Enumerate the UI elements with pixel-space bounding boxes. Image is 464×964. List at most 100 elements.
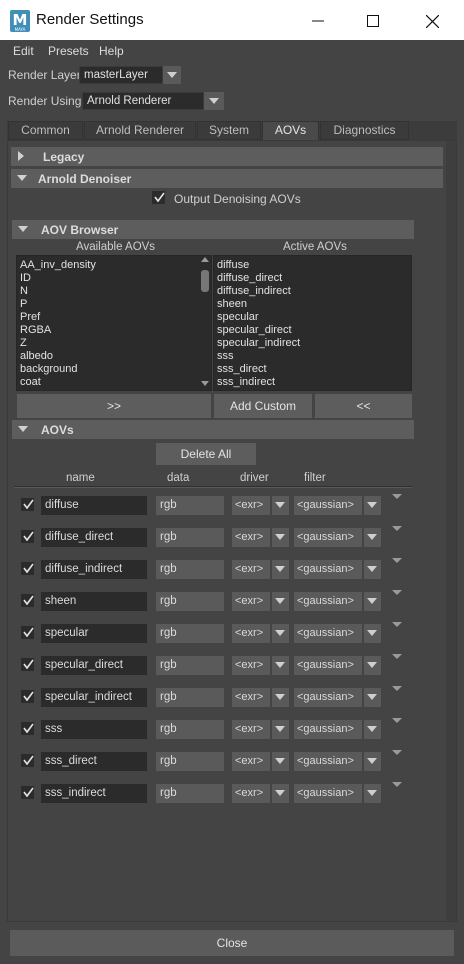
aov-filter-select[interactable]: <gaussian>: [294, 624, 362, 643]
aov-enabled-checkbox[interactable]: [21, 594, 34, 607]
aov-driver-dropdown-arrow[interactable]: [272, 784, 289, 803]
aov-filter-dropdown-arrow[interactable]: [364, 784, 381, 803]
legacy-frame-header[interactable]: Legacy: [11, 147, 443, 166]
aov-filter-dropdown-arrow[interactable]: [364, 592, 381, 611]
tab-system[interactable]: System: [197, 121, 261, 140]
list-item[interactable]: sss: [217, 350, 234, 363]
aov-driver-select[interactable]: <exr>: [232, 560, 270, 579]
aov-data-field[interactable]: rgb: [156, 592, 224, 611]
arnold-denoiser-frame-header[interactable]: Arnold Denoiser: [11, 169, 443, 188]
list-item[interactable]: ID: [20, 272, 31, 285]
aov-enabled-checkbox[interactable]: [21, 562, 34, 575]
close-window-button[interactable]: [409, 8, 455, 34]
aov-data-field[interactable]: rgb: [156, 720, 224, 739]
maximize-button[interactable]: [350, 8, 396, 34]
list-item[interactable]: specular: [217, 311, 259, 324]
aov-enabled-checkbox[interactable]: [21, 690, 34, 703]
panel-scrollbar[interactable]: [446, 141, 456, 921]
list-item[interactable]: diffuse: [217, 259, 249, 272]
aov-options-arrow-icon[interactable]: [392, 526, 402, 531]
aov-enabled-checkbox[interactable]: [21, 498, 34, 511]
render-layer-dropdown[interactable]: masterLayer: [79, 66, 163, 84]
aov-driver-dropdown-arrow[interactable]: [272, 560, 289, 579]
aov-data-field[interactable]: rgb: [156, 528, 224, 547]
aov-data-field[interactable]: rgb: [156, 752, 224, 771]
aov-filter-dropdown-arrow[interactable]: [364, 752, 381, 771]
aov-name-field[interactable]: sss: [41, 720, 147, 739]
list-item[interactable]: Pref: [20, 311, 40, 324]
add-aov-button[interactable]: >>: [17, 394, 211, 418]
list-item[interactable]: sheen: [217, 298, 247, 311]
tab-common[interactable]: Common: [8, 121, 83, 140]
list-item[interactable]: albedo: [20, 350, 53, 363]
aov-filter-dropdown-arrow[interactable]: [364, 496, 381, 515]
aov-name-field[interactable]: sss_direct: [41, 752, 147, 771]
add-custom-button[interactable]: Add Custom: [214, 394, 312, 418]
aov-options-arrow-icon[interactable]: [392, 494, 402, 499]
tab-aovs[interactable]: AOVs: [262, 121, 319, 140]
aov-driver-dropdown-arrow[interactable]: [272, 688, 289, 707]
aov-name-field[interactable]: sheen: [41, 592, 147, 611]
menu-edit[interactable]: Edit: [13, 44, 34, 58]
list-item[interactable]: N: [20, 285, 28, 298]
aov-enabled-checkbox[interactable]: [21, 530, 34, 543]
list-item[interactable]: specular_indirect: [217, 337, 300, 350]
aov-driver-dropdown-arrow[interactable]: [272, 496, 289, 515]
aov-driver-select[interactable]: <exr>: [232, 624, 270, 643]
aov-driver-select[interactable]: <exr>: [232, 752, 270, 771]
aov-filter-select[interactable]: <gaussian>: [294, 496, 362, 515]
aov-data-field[interactable]: rgb: [156, 688, 224, 707]
aov-name-field[interactable]: diffuse: [41, 496, 147, 515]
aov-name-field[interactable]: specular_indirect: [41, 688, 147, 707]
aov-filter-select[interactable]: <gaussian>: [294, 720, 362, 739]
aov-driver-dropdown-arrow[interactable]: [272, 592, 289, 611]
active-aovs-list[interactable]: diffuse diffuse_direct diffuse_indirect …: [213, 255, 412, 391]
aov-name-field[interactable]: specular_direct: [41, 656, 147, 675]
minimize-button[interactable]: [295, 8, 341, 34]
available-list-scrollbar[interactable]: [199, 256, 211, 390]
scroll-down-icon[interactable]: [201, 381, 209, 386]
render-using-dropdown[interactable]: Arnold Renderer: [82, 92, 204, 110]
aov-driver-select[interactable]: <exr>: [232, 496, 270, 515]
aov-browser-frame-header[interactable]: AOV Browser: [12, 220, 414, 239]
list-item[interactable]: RGBA: [20, 324, 51, 337]
aov-options-arrow-icon[interactable]: [392, 590, 402, 595]
aov-filter-select[interactable]: <gaussian>: [294, 528, 362, 547]
tab-diagnostics[interactable]: Diagnostics: [320, 121, 409, 140]
aov-filter-dropdown-arrow[interactable]: [364, 720, 381, 739]
aov-enabled-checkbox[interactable]: [21, 658, 34, 671]
menu-help[interactable]: Help: [99, 44, 124, 58]
aov-options-arrow-icon[interactable]: [392, 750, 402, 755]
aovs-frame-header[interactable]: AOVs: [12, 420, 414, 439]
list-item[interactable]: AA_inv_density: [20, 259, 96, 272]
aov-name-field[interactable]: sss_indirect: [41, 784, 147, 803]
aov-name-field[interactable]: diffuse_direct: [41, 528, 147, 547]
render-layer-dropdown-arrow[interactable]: [163, 66, 181, 84]
aov-filter-dropdown-arrow[interactable]: [364, 560, 381, 579]
aov-options-arrow-icon[interactable]: [392, 686, 402, 691]
list-item[interactable]: sss_direct: [217, 363, 267, 376]
list-item[interactable]: diffuse_direct: [217, 272, 282, 285]
aov-enabled-checkbox[interactable]: [21, 754, 34, 767]
aov-data-field[interactable]: rgb: [156, 624, 224, 643]
aov-driver-dropdown-arrow[interactable]: [272, 656, 289, 675]
available-aovs-list[interactable]: AA_inv_density ID N P Pref RGBA Z albedo…: [16, 255, 212, 391]
aov-enabled-checkbox[interactable]: [21, 722, 34, 735]
close-button[interactable]: Close: [10, 930, 454, 956]
aov-filter-select[interactable]: <gaussian>: [294, 752, 362, 771]
aov-driver-select[interactable]: <exr>: [232, 720, 270, 739]
aov-filter-select[interactable]: <gaussian>: [294, 592, 362, 611]
aov-driver-select[interactable]: <exr>: [232, 528, 270, 547]
output-denoising-checkbox[interactable]: [152, 191, 165, 204]
remove-aov-button[interactable]: <<: [315, 394, 412, 418]
aov-filter-dropdown-arrow[interactable]: [364, 656, 381, 675]
aov-enabled-checkbox[interactable]: [21, 786, 34, 799]
render-using-dropdown-arrow[interactable]: [204, 92, 224, 110]
aov-filter-select[interactable]: <gaussian>: [294, 560, 362, 579]
list-item[interactable]: specular_direct: [217, 324, 292, 337]
list-item[interactable]: sss_indirect: [217, 376, 275, 389]
list-item[interactable]: coat: [20, 376, 41, 389]
aov-filter-dropdown-arrow[interactable]: [364, 528, 381, 547]
list-item[interactable]: P: [20, 298, 27, 311]
list-item[interactable]: Z: [20, 337, 27, 350]
